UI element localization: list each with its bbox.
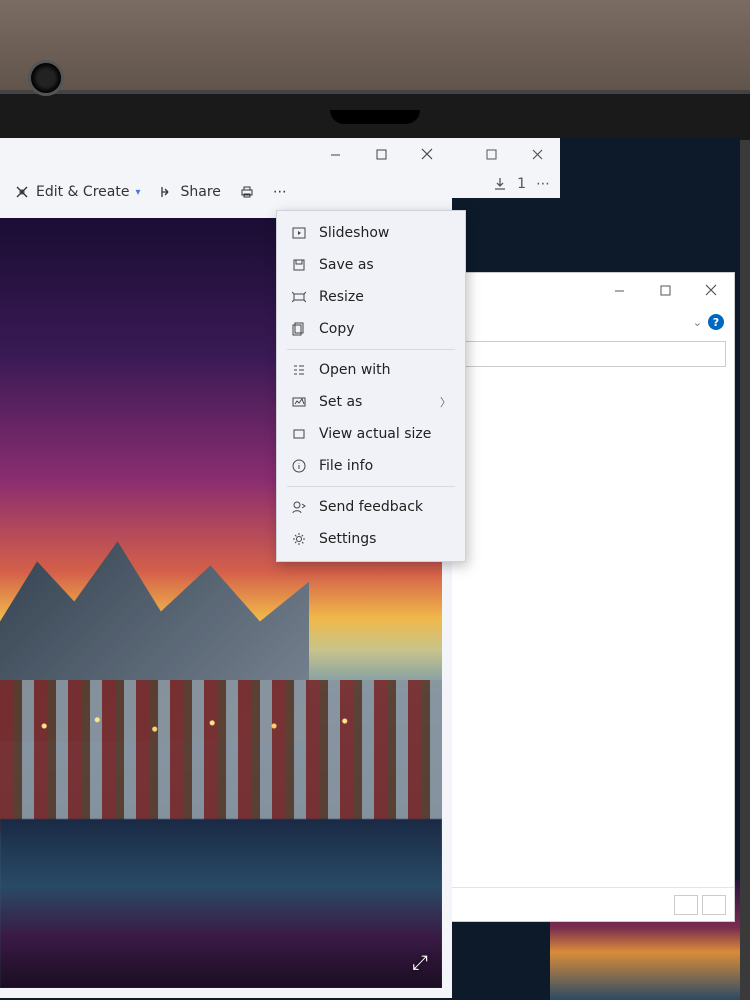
menu-divider	[287, 486, 455, 487]
screen-area: 1 ⋯ ⌄ ?	[0, 138, 740, 1000]
explorer-close-button[interactable]	[688, 274, 734, 306]
copy-icon	[291, 322, 307, 336]
menu-item-label: Slideshow	[319, 225, 389, 241]
menu-item-label: View actual size	[319, 426, 431, 442]
menu-divider	[287, 349, 455, 350]
menu-view-actual-size[interactable]: View actual size	[277, 418, 465, 450]
menu-save-as[interactable]: Save as	[277, 249, 465, 281]
photos-minimize-button[interactable]	[312, 138, 358, 170]
chevron-down-icon: ▾	[135, 187, 140, 198]
edit-create-button[interactable]: Edit & Create ▾	[8, 180, 146, 204]
menu-open-with[interactable]: Open with	[277, 354, 465, 386]
photo-lights	[0, 695, 442, 757]
view-details-button[interactable]	[674, 895, 698, 915]
print-icon	[239, 184, 255, 200]
actualsize-icon	[291, 427, 307, 441]
edit-icon	[14, 184, 30, 200]
explorer-content[interactable]	[446, 371, 734, 887]
openwith-icon	[291, 363, 307, 377]
menu-set-as[interactable]: Set as 〉	[277, 386, 465, 418]
explorer-address-bar[interactable]	[454, 341, 726, 367]
laptop-notch	[330, 110, 420, 124]
menu-slideshow[interactable]: Slideshow	[277, 217, 465, 249]
save-icon	[291, 258, 307, 272]
photos-maximize-button[interactable]	[358, 138, 404, 170]
background-window: 1 ⋯	[440, 138, 560, 198]
photos-close-button[interactable]	[404, 138, 450, 170]
menu-item-label: Resize	[319, 289, 364, 305]
explorer-titlebar	[446, 273, 734, 307]
photo-water	[0, 819, 442, 988]
explorer-window: ⌄ ?	[445, 272, 735, 922]
bg-more-button[interactable]: ⋯	[536, 176, 552, 192]
menu-item-label: Send feedback	[319, 499, 423, 515]
slideshow-icon	[291, 226, 307, 240]
menu-item-label: Copy	[319, 321, 355, 337]
menu-copy[interactable]: Copy	[277, 313, 465, 345]
menu-file-info[interactable]: File info	[277, 450, 465, 482]
menu-item-label: File info	[319, 458, 373, 474]
submenu-arrow-icon: 〉	[440, 394, 451, 410]
edit-create-label: Edit & Create	[36, 184, 129, 200]
share-icon	[158, 184, 174, 200]
resize-icon	[291, 290, 307, 304]
help-button[interactable]: ?	[708, 314, 724, 330]
bg-toolbar-text: 1	[517, 176, 526, 192]
more-button[interactable]: ⋯	[267, 180, 295, 204]
feedback-icon	[291, 500, 307, 514]
view-thumbnails-button[interactable]	[702, 895, 726, 915]
menu-item-label: Settings	[319, 531, 376, 547]
bg-close-button[interactable]	[514, 138, 560, 170]
menu-resize[interactable]: Resize	[277, 281, 465, 313]
menu-send-feedback[interactable]: Send feedback	[277, 491, 465, 523]
chevron-down-icon[interactable]: ⌄	[693, 316, 702, 329]
laptop-webcam	[28, 60, 64, 96]
print-button[interactable]	[233, 180, 261, 204]
menu-item-label: Open with	[319, 362, 391, 378]
share-button[interactable]: Share	[152, 180, 226, 204]
bg-maximize-button[interactable]	[468, 138, 514, 170]
explorer-footer	[446, 887, 734, 921]
setas-icon	[291, 395, 307, 409]
photos-toolbar: Edit & Create ▾ Share ⋯	[0, 172, 452, 212]
more-context-menu: Slideshow Save as Resize Copy Open with	[276, 210, 466, 562]
explorer-maximize-button[interactable]	[642, 274, 688, 306]
photos-titlebar	[0, 138, 452, 172]
share-label: Share	[180, 184, 220, 200]
bg-download-icon[interactable]	[493, 177, 507, 191]
settings-icon	[291, 532, 307, 546]
menu-item-label: Save as	[319, 257, 374, 273]
menu-settings[interactable]: Settings	[277, 523, 465, 555]
info-icon	[291, 459, 307, 473]
menu-item-label: Set as	[319, 394, 362, 410]
explorer-minimize-button[interactable]	[596, 274, 642, 306]
fullscreen-button[interactable]: ⤢	[412, 950, 428, 974]
